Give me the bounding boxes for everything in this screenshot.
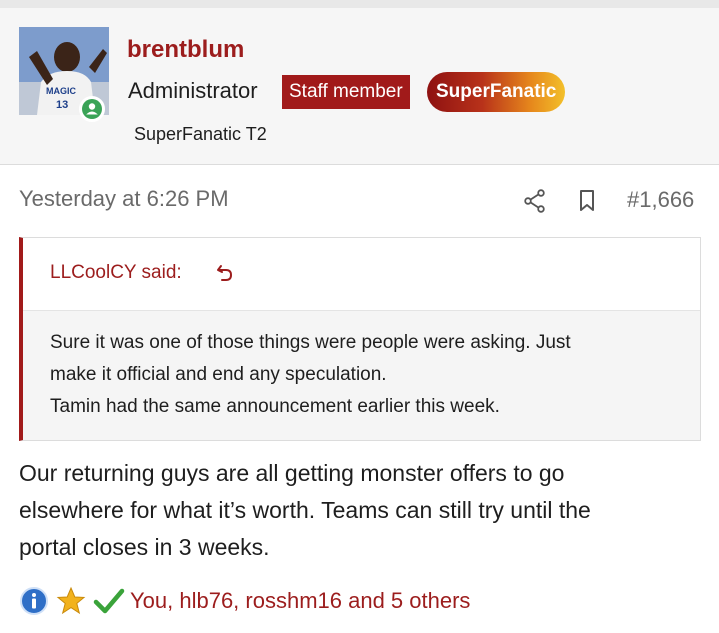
quote-text-line: Sure it was one of those things were peo…	[50, 332, 571, 353]
quote-body: Sure it was one of those things were peo…	[23, 310, 700, 440]
jump-to-quote-icon[interactable]	[216, 263, 234, 288]
quote-author-link[interactable]: LLCoolCY said:	[50, 262, 182, 284]
online-status-icon	[79, 96, 105, 122]
user-info-block: MAGIC 13 brentblum Administrator Staff m…	[0, 8, 719, 165]
reaction-summary-link[interactable]: You, hlb76, rosshm16 and 5 others	[130, 588, 470, 614]
svg-text:MAGIC: MAGIC	[46, 86, 76, 96]
top-strip	[0, 0, 719, 8]
staff-member-badge: Staff member	[282, 75, 410, 109]
checkmark-icon	[93, 586, 125, 621]
quote-text-line: make it official and end any speculation…	[50, 364, 387, 385]
post-number-link[interactable]: #1,666	[627, 187, 694, 213]
user-role: Administrator	[128, 78, 258, 103]
message-text-line: Our returning guys are all getting monst…	[19, 460, 565, 486]
star-icon	[56, 586, 86, 621]
quote-text-line: Tamin had the same announcement earlier …	[50, 396, 500, 417]
message-text-line: portal closes in 3 weeks.	[19, 534, 270, 560]
bookmark-icon[interactable]	[578, 189, 596, 218]
superfanatic-badge: SuperFanatic	[427, 72, 566, 112]
info-icon	[19, 586, 49, 621]
quote-header: LLCoolCY said:	[23, 238, 700, 310]
quote-block: LLCoolCY said: Sure it was one of those …	[19, 237, 701, 441]
username-link[interactable]: brentblum	[127, 36, 244, 64]
user-title: SuperFanatic T2	[134, 124, 267, 144]
post-date-link[interactable]: Yesterday at 6:26 PM	[19, 186, 229, 212]
share-icon[interactable]	[524, 189, 546, 218]
message-text-line: elsewhere for what it’s worth. Teams can…	[19, 497, 591, 523]
svg-text:13: 13	[56, 99, 68, 111]
